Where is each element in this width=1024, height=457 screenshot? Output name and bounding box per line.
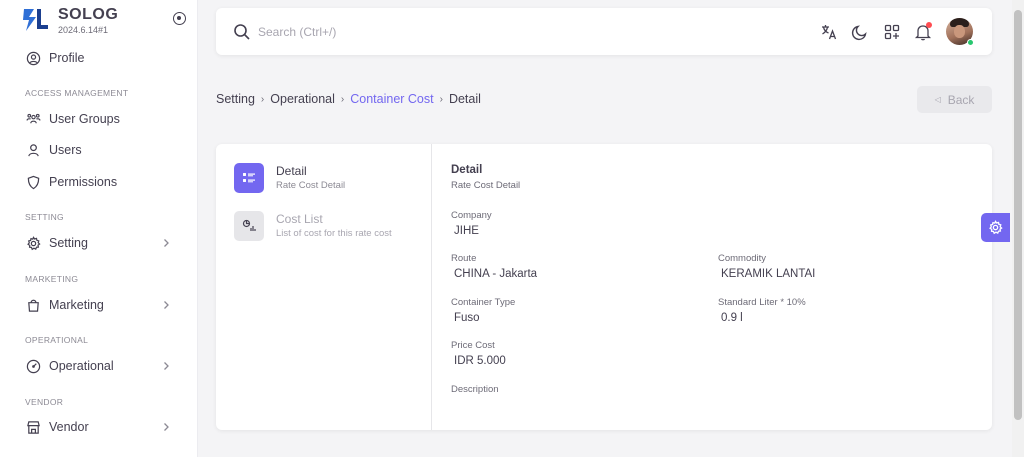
section-operational: OPERATIONAL — [25, 335, 89, 345]
step-subtitle: List of cost for this rate cost — [276, 228, 392, 239]
shortcuts-icon[interactable] — [882, 22, 902, 42]
route-label: Route — [451, 253, 477, 264]
sidebar-toggle-icon[interactable] — [173, 12, 186, 25]
user-circle-icon — [26, 51, 41, 66]
sidebar-item-users[interactable]: Users — [14, 135, 186, 165]
company-label: Company — [451, 210, 492, 221]
theme-customizer-button[interactable] — [981, 213, 1010, 242]
price-cost-label: Price Cost — [451, 340, 495, 351]
breadcrumb-item-detail: Detail — [448, 92, 481, 106]
chart-pie-icon — [234, 211, 264, 241]
search-input[interactable] — [258, 20, 658, 44]
standard-liter-label: Standard Liter * 10% — [718, 297, 806, 308]
commodity-value: KERAMIK LANTAI — [721, 268, 816, 280]
breadcrumb-separator-icon: › — [439, 93, 443, 105]
detail-card: Detail Rate Cost Detail Cost List List o… — [216, 144, 992, 430]
sidebar: SOLOG 2024.6.14#1 Profile ACCESS MANAGEM… — [0, 0, 198, 457]
section-setting: SETTING — [25, 212, 64, 222]
user-icon — [26, 143, 41, 158]
route-value: CHINA - Jakarta — [454, 268, 538, 280]
caret-left-icon: ◁ — [934, 95, 941, 104]
sidebar-item-permissions[interactable]: Permissions — [14, 167, 186, 197]
section-subtitle: Rate Cost Detail — [451, 180, 521, 191]
section-marketing: MARKETING — [25, 274, 79, 284]
chevron-right-icon — [164, 301, 169, 309]
step-title: Cost List — [276, 212, 323, 226]
section-vendor: VENDOR — [25, 397, 64, 407]
sidebar-item-vendor[interactable]: Vendor — [14, 412, 186, 442]
step-title: Detail — [276, 164, 307, 178]
sidebar-item-label: Marketing — [49, 298, 104, 312]
moon-icon[interactable] — [850, 22, 870, 42]
sidebar-item-label: User Groups — [49, 112, 120, 126]
step-cost-list[interactable]: Cost List List of cost for this rate cos… — [234, 211, 424, 245]
sidebar-item-label: Profile — [49, 51, 85, 65]
chevron-right-icon — [164, 239, 169, 247]
notification-badge — [926, 22, 932, 28]
breadcrumb-item-container-cost[interactable]: Container Cost — [350, 92, 433, 106]
scrollbar-thumb[interactable] — [1014, 10, 1022, 420]
card-divider — [431, 144, 432, 430]
list-details-icon — [234, 163, 264, 193]
step-detail[interactable]: Detail Rate Cost Detail — [234, 163, 424, 197]
breadcrumb-separator-icon: › — [260, 93, 265, 105]
top-navbar — [216, 8, 992, 55]
app-version: 2024.6.14#1 — [58, 25, 109, 35]
shield-icon — [26, 175, 41, 190]
sidebar-item-label: Vendor — [49, 420, 89, 434]
container-type-label: Container Type — [451, 297, 516, 308]
breadcrumb-item-operational[interactable]: Operational — [270, 92, 335, 106]
sidebar-item-label: Permissions — [49, 175, 118, 189]
chevron-right-icon — [164, 362, 169, 370]
breadcrumb: Setting › Operational › Container Cost ›… — [216, 92, 481, 106]
online-status-dot — [967, 39, 974, 46]
back-button-label: Back — [947, 92, 975, 107]
chevron-right-icon — [164, 423, 169, 431]
sidebar-item-marketing[interactable]: Marketing — [14, 290, 186, 320]
container-type-value: Fuso — [454, 312, 480, 324]
users-group-icon — [26, 112, 41, 127]
company-value: JIHE — [454, 225, 479, 237]
gear-icon — [989, 220, 1003, 235]
brand[interactable]: SOLOG 2024.6.14#1 — [20, 5, 190, 35]
sidebar-item-label: Users — [49, 143, 82, 157]
price-cost-value: IDR 5.000 — [454, 355, 506, 367]
section-title: Detail — [451, 164, 483, 176]
gear-icon — [26, 235, 41, 251]
step-subtitle: Rate Cost Detail — [276, 180, 346, 191]
back-button[interactable]: ◁ Back — [917, 86, 992, 113]
breadcrumb-separator-icon: › — [340, 93, 345, 105]
breadcrumb-item-setting[interactable]: Setting — [216, 92, 255, 106]
sidebar-item-operational[interactable]: Operational — [14, 351, 186, 381]
shopping-bag-icon — [26, 298, 41, 313]
translate-icon[interactable] — [819, 22, 839, 42]
sidebar-item-label: Operational — [49, 359, 114, 373]
standard-liter-value: 0.9 l — [721, 312, 743, 324]
sidebar-item-profile[interactable]: Profile — [14, 43, 186, 73]
search-icon[interactable] — [233, 23, 251, 41]
section-access-management: ACCESS MANAGEMENT — [25, 88, 129, 98]
description-label: Description — [451, 384, 499, 395]
sidebar-item-label: Setting — [49, 236, 88, 250]
gauge-icon — [26, 359, 41, 374]
brand-logo — [23, 9, 48, 31]
sidebar-item-user-groups[interactable]: User Groups — [14, 104, 186, 134]
bell-icon[interactable] — [913, 22, 933, 42]
store-icon — [26, 420, 41, 435]
page-scrollbar[interactable] — [1012, 0, 1024, 457]
commodity-label: Commodity — [718, 253, 767, 264]
sidebar-item-setting[interactable]: Setting — [14, 228, 186, 258]
brand-name: SOLOG — [58, 6, 119, 23]
